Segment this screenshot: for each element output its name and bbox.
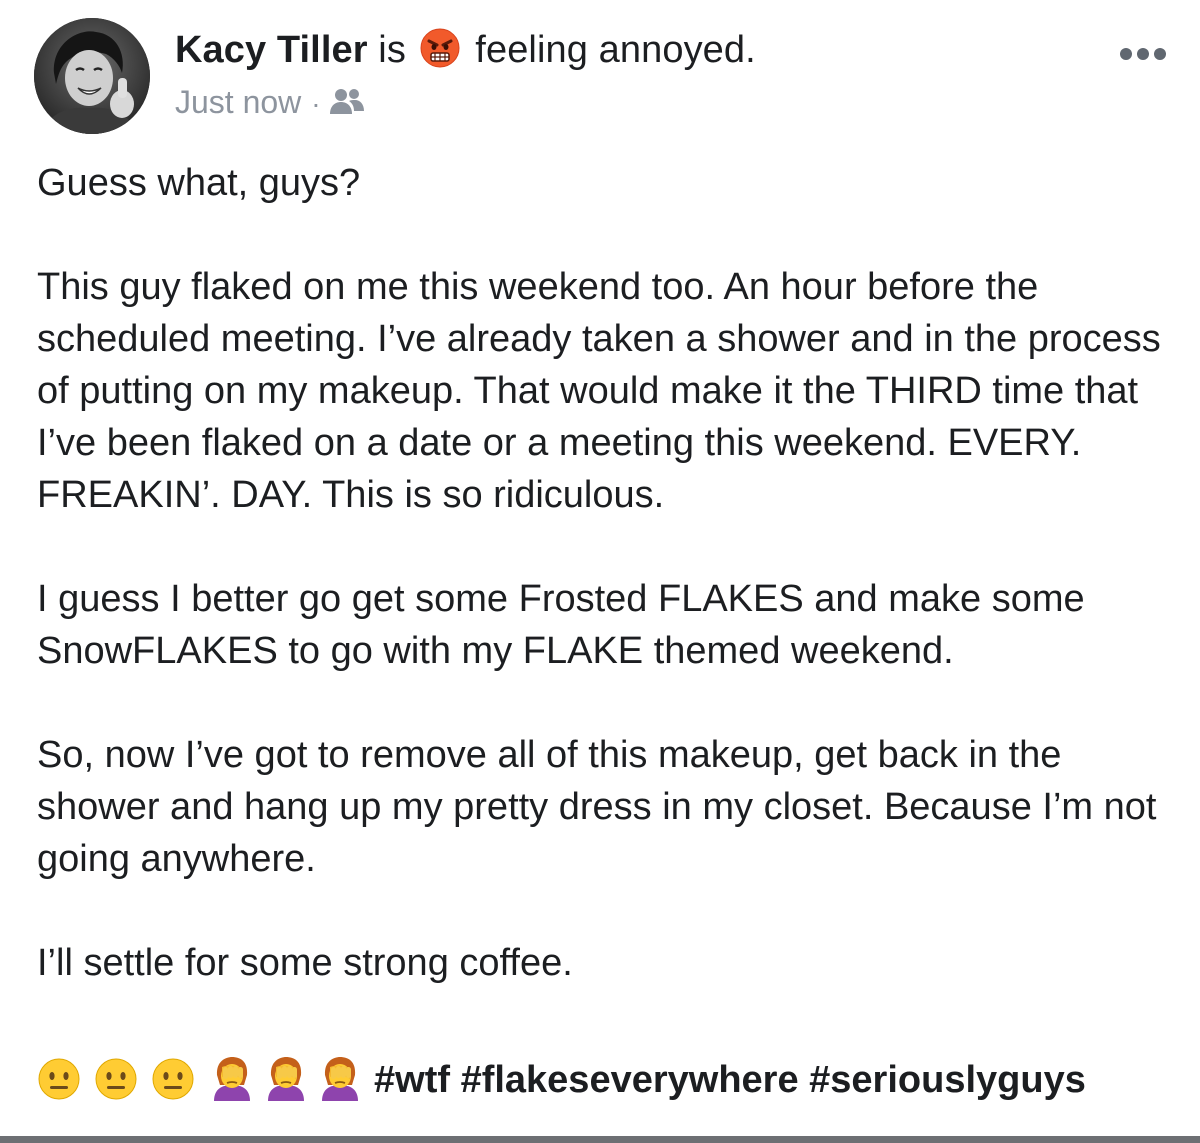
neutral-face-emoji-icon xyxy=(37,1057,81,1101)
woman-facepalming-emoji-icon xyxy=(262,1055,306,1101)
hashtags: #wtf #flakeseverywhere #seriouslyguys xyxy=(374,1052,1086,1108)
post-meta: Just now · xyxy=(175,82,365,124)
neutral-face-emoji-icon xyxy=(94,1057,138,1101)
neutral-face-emoji-icon xyxy=(151,1057,195,1101)
hashtag-wtf[interactable]: #wtf xyxy=(374,1059,450,1101)
emoji-hashtag-line: #wtf #flakeseverywhere #seriouslyguys xyxy=(37,1052,1086,1108)
timestamp[interactable]: Just now xyxy=(175,84,301,120)
more-options-icon[interactable] xyxy=(1118,44,1168,64)
hashtag-flakeseverywhere[interactable]: #flakeseverywhere xyxy=(461,1059,799,1101)
feeling-text[interactable]: feeling annoyed. xyxy=(475,29,756,71)
facebook-post: Kacy Tiller is feeling annoyed. Just now… xyxy=(0,0,1200,1136)
woman-facepalming-emoji-icon xyxy=(208,1055,252,1101)
meta-separator: · xyxy=(311,88,321,119)
feeling-prefix: is xyxy=(378,29,406,71)
post-paragraph-3: I guess I better go get some Frosted FLA… xyxy=(37,578,1085,672)
post-paragraph-4: So, now I’ve got to remove all of this m… xyxy=(37,734,1157,880)
bottom-divider xyxy=(0,1136,1200,1143)
woman-facepalming-emoji-icon xyxy=(316,1055,360,1101)
author-name[interactable]: Kacy Tiller xyxy=(175,29,368,71)
post-body: Guess what, guys? This guy flaked on me … xyxy=(37,157,1172,989)
avatar[interactable] xyxy=(34,18,150,134)
post-paragraph-2: This guy flaked on me this weekend too. … xyxy=(37,266,1161,516)
post-paragraph-5: I’ll settle for some strong coffee. xyxy=(37,942,573,984)
post-header-line: Kacy Tiller is feeling annoyed. xyxy=(175,27,756,73)
hashtag-seriouslyguys[interactable]: #seriouslyguys xyxy=(809,1059,1086,1101)
post-paragraph-1: Guess what, guys? xyxy=(37,162,361,204)
angry-face-icon xyxy=(419,27,461,69)
friends-icon[interactable] xyxy=(329,85,365,115)
